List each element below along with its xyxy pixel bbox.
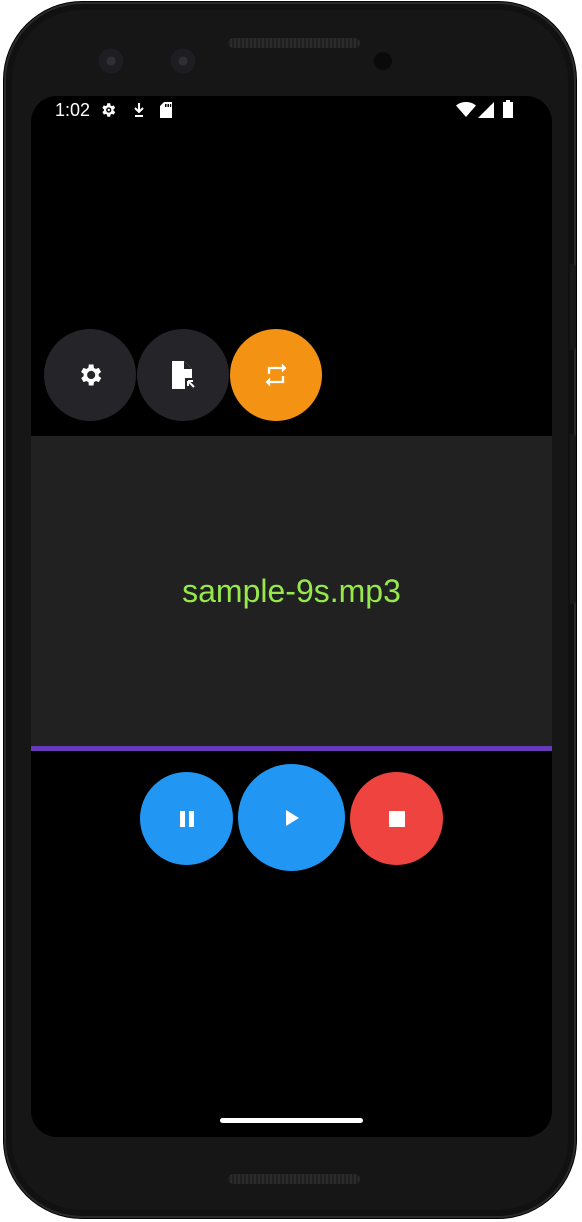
battery-icon xyxy=(503,100,513,123)
app-screen: 1:02 sample-9s.mp3 xyxy=(31,96,552,1137)
repeat-icon xyxy=(265,363,287,387)
repeat-toggle-button[interactable] xyxy=(230,329,322,421)
download-icon xyxy=(131,101,147,124)
settings-icon xyxy=(99,101,117,124)
settings-button[interactable] xyxy=(44,329,136,421)
home-indicator[interactable] xyxy=(220,1118,363,1123)
earpiece-speaker xyxy=(228,38,360,48)
front-camera-secondary xyxy=(170,48,196,74)
sd-card-icon xyxy=(159,101,173,124)
status-bar: 1:02 xyxy=(31,96,552,126)
cell-signal-icon xyxy=(478,102,494,123)
play-icon xyxy=(285,809,299,826)
wifi-icon xyxy=(456,102,476,123)
pause-button[interactable] xyxy=(140,772,233,865)
gear-icon xyxy=(81,364,102,386)
now-playing-panel: sample-9s.mp3 xyxy=(31,436,552,746)
status-time: 1:02 xyxy=(55,100,91,120)
proximity-sensor xyxy=(374,52,392,70)
front-camera xyxy=(98,48,124,74)
progress-bar[interactable] xyxy=(31,746,552,751)
stop-icon xyxy=(388,810,405,827)
volume-button xyxy=(570,434,576,604)
bottom-speaker xyxy=(228,1174,360,1184)
power-button xyxy=(570,264,576,350)
track-name: sample-9s.mp3 xyxy=(182,572,401,609)
open-file-button[interactable] xyxy=(137,329,229,421)
stop-button[interactable] xyxy=(350,772,443,865)
play-button[interactable] xyxy=(238,764,345,871)
file-open-icon xyxy=(172,361,195,389)
pause-icon xyxy=(179,810,194,827)
